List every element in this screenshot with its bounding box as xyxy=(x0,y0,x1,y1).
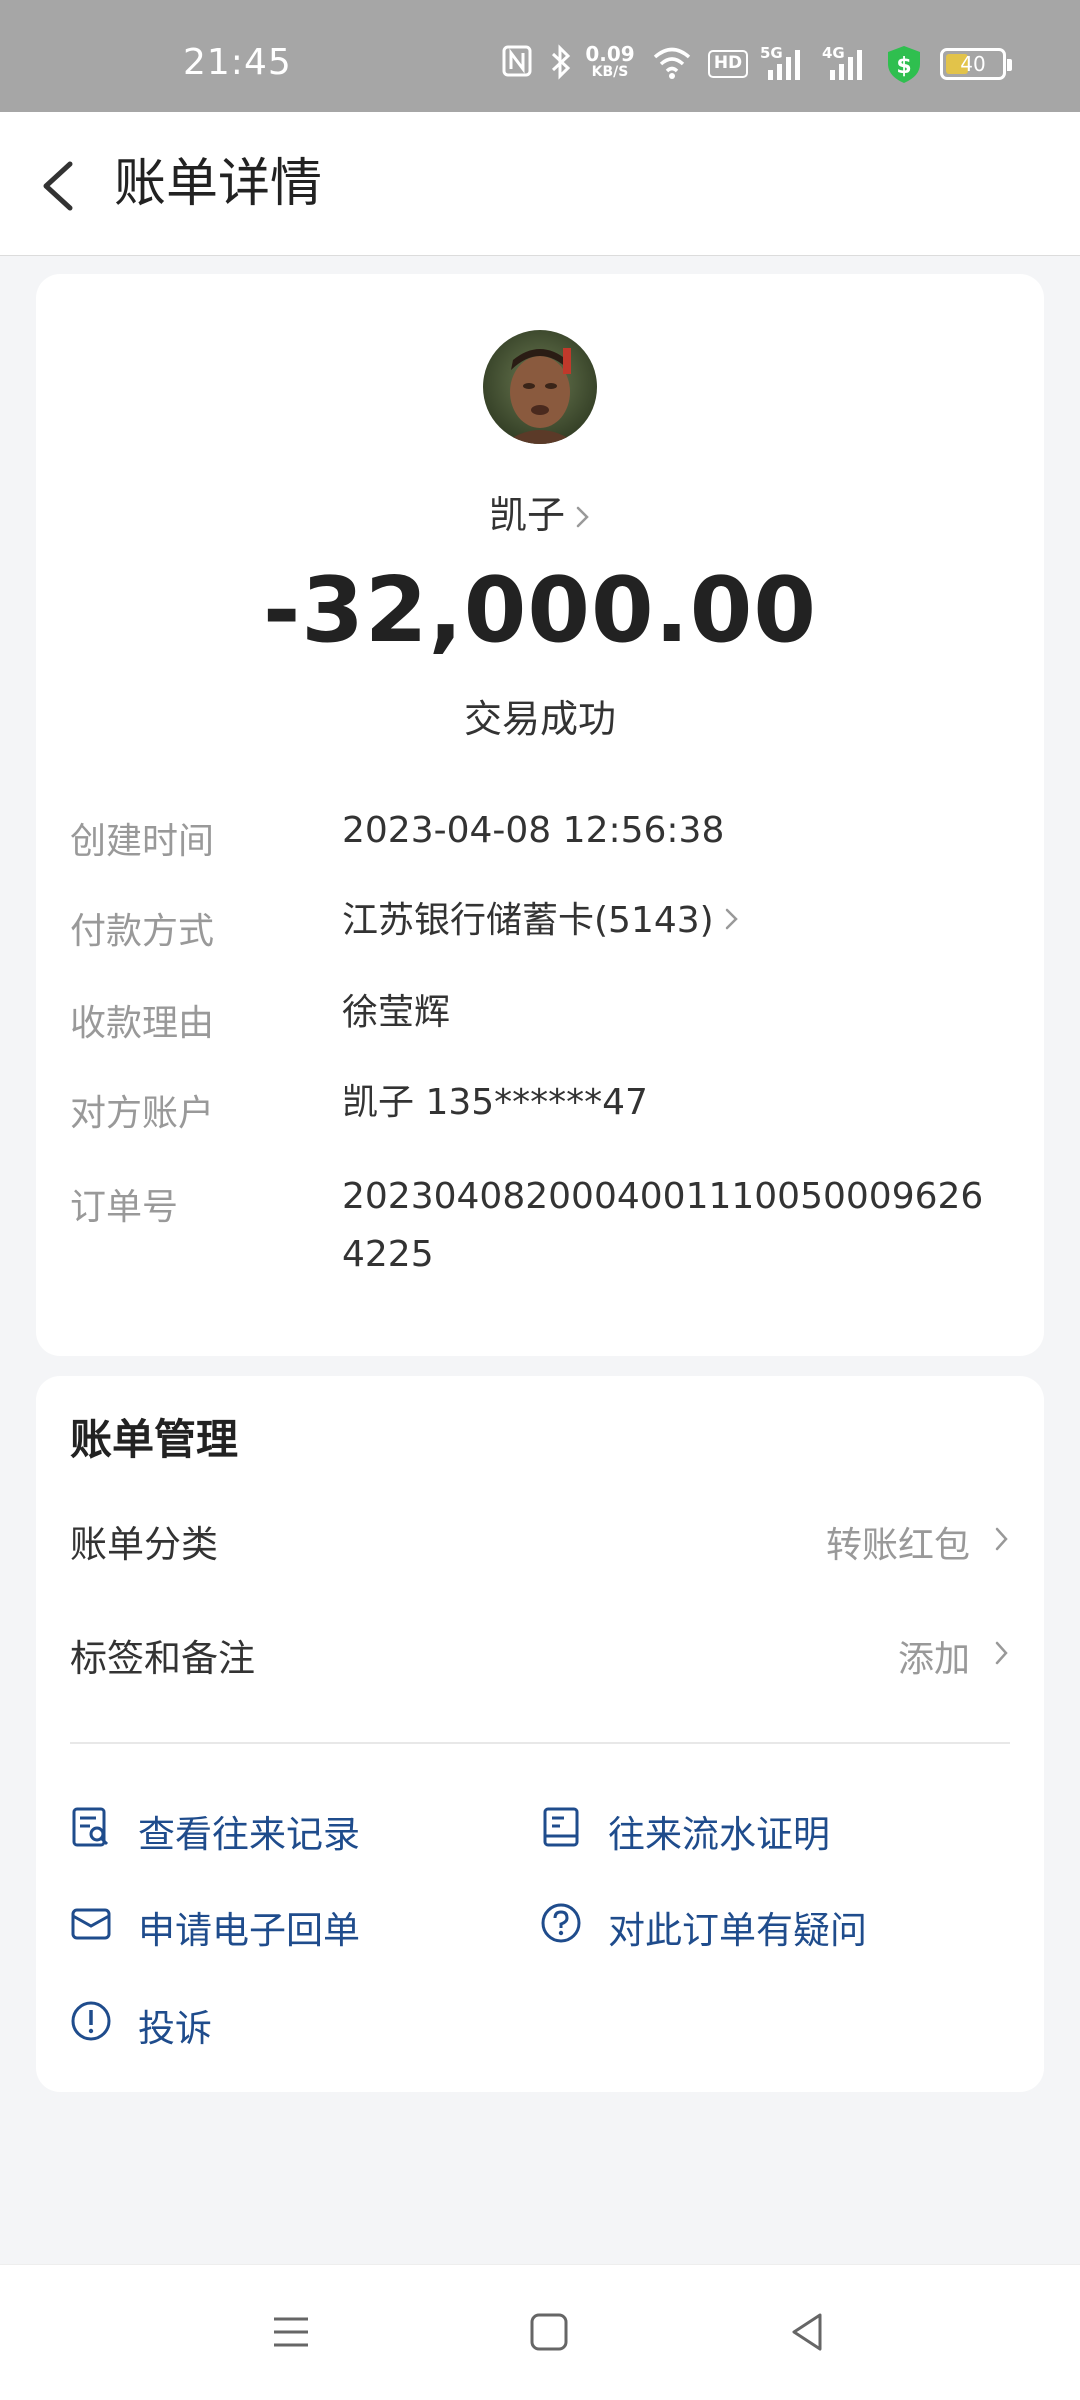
payee-name: 凯子 xyxy=(488,493,565,537)
signal-4g-icon: 4G xyxy=(822,44,868,84)
nfc-icon xyxy=(502,44,532,84)
chevron-right-icon xyxy=(994,1638,1010,1672)
tags-notes-value: 添加 xyxy=(897,1639,970,1680)
net-speed-unit: KB/S xyxy=(591,64,629,80)
tags-notes-row[interactable]: 标签和备注 添加 xyxy=(70,1620,1010,1690)
status-time: 21:45 xyxy=(183,42,292,83)
nav-back-button[interactable] xyxy=(782,2307,832,2357)
payee-link[interactable]: 凯子 xyxy=(36,484,1044,540)
section-title: 账单管理 xyxy=(70,1415,239,1464)
battery-level: 40 xyxy=(960,52,986,76)
signal-5g-icon: 5G xyxy=(760,44,806,84)
hd-icon: HD xyxy=(708,50,748,78)
view-history-button[interactable]: 查看往来记录 xyxy=(70,1798,490,1858)
detail-label: 订单号 xyxy=(70,1187,179,1228)
request-receipt-button[interactable]: 申请电子回单 xyxy=(70,1894,490,1954)
transaction-card: 凯子 -32,000.00 交易成功 创建时间 2023-04-08 12:56… xyxy=(36,274,1044,1356)
detail-value: 20230408200040011100500096264225 xyxy=(342,1176,984,1275)
home-square-icon xyxy=(530,2313,568,2351)
menu-icon xyxy=(274,2317,308,2347)
payee-avatar[interactable] xyxy=(483,330,597,444)
wifi-icon xyxy=(652,44,692,84)
bluetooth-icon xyxy=(550,44,572,84)
detail-value: 徐莹辉 xyxy=(342,992,451,1033)
detail-label: 收款理由 xyxy=(70,1003,215,1044)
back-arrow-icon xyxy=(43,161,73,211)
bill-category-label: 账单分类 xyxy=(70,1523,218,1566)
bill-category-row[interactable]: 账单分类 转账红包 xyxy=(70,1506,1010,1576)
order-question-label: 对此订单有疑问 xyxy=(608,1909,867,1952)
document-icon xyxy=(540,1806,582,1848)
complaint-label: 投诉 xyxy=(138,2007,212,2050)
system-nav-bar xyxy=(0,2264,1080,2400)
bill-category-value: 转账红包 xyxy=(825,1525,970,1566)
transaction-amount: -32,000.00 xyxy=(262,558,818,663)
svg-text:$: $ xyxy=(896,54,911,79)
page-title: 账单详情 xyxy=(114,154,323,214)
chevron-right-icon xyxy=(575,496,591,540)
back-button[interactable] xyxy=(30,150,90,220)
view-history-label: 查看往来记录 xyxy=(138,1813,360,1856)
detail-label: 对方账户 xyxy=(70,1093,215,1134)
statement-proof-button[interactable]: 往来流水证明 xyxy=(540,1798,960,1858)
divider xyxy=(70,1742,1010,1744)
home-button[interactable] xyxy=(524,2307,574,2357)
tags-notes-label: 标签和备注 xyxy=(70,1637,255,1680)
alert-circle-icon xyxy=(70,2000,112,2042)
statement-proof-label: 往来流水证明 xyxy=(608,1813,830,1856)
net-speed-value: 0.09 xyxy=(585,42,635,66)
battery-icon: 40 xyxy=(940,48,1012,80)
request-receipt-label: 申请电子回单 xyxy=(138,1909,360,1952)
detail-value: 2023-04-08 12:56:38 xyxy=(342,810,725,851)
detail-value: 江苏银行储蓄卡(5143) xyxy=(342,900,714,941)
help-circle-icon xyxy=(540,1902,582,1944)
detail-label: 创建时间 xyxy=(70,821,215,862)
app-header: 账单详情 xyxy=(0,112,1080,256)
triangle-back-icon xyxy=(792,2313,822,2351)
net-speed-indicator: 0.09 KB/S xyxy=(584,44,636,84)
status-bar: 21:45 0.09 KB/S HD 5G 4G $ 40 xyxy=(0,0,1080,112)
mail-icon xyxy=(70,1902,112,1944)
detail-value: 凯子 135******47 xyxy=(342,1082,648,1123)
chevron-right-icon xyxy=(724,893,740,951)
chevron-right-icon xyxy=(994,1524,1010,1558)
complaint-button[interactable]: 投诉 xyxy=(70,1992,370,2052)
transaction-status: 交易成功 xyxy=(463,697,616,741)
record-search-icon xyxy=(70,1806,112,1848)
detail-label: 付款方式 xyxy=(70,911,215,952)
menu-button[interactable] xyxy=(266,2307,316,2357)
order-question-button[interactable]: 对此订单有疑问 xyxy=(540,1894,980,1954)
bill-management-card: 账单管理 账单分类 转账红包 标签和备注 添加 查看往来记录 往来流水证明 申请… xyxy=(36,1376,1044,2092)
battery-nub xyxy=(1007,59,1012,71)
security-shield-icon: $ xyxy=(884,44,924,84)
status-icons: 0.09 KB/S HD 5G 4G $ 40 xyxy=(502,44,1022,84)
